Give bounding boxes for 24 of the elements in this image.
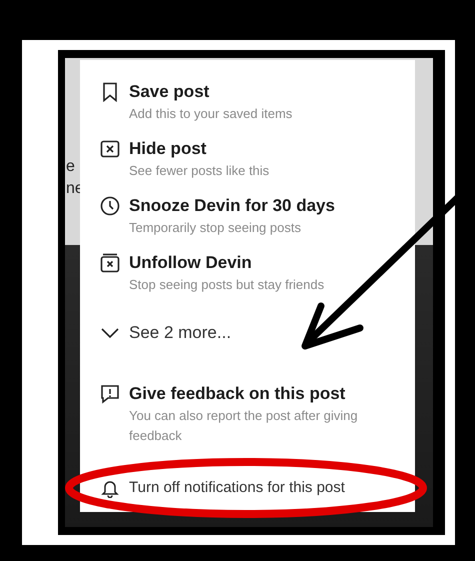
bookmark-icon bbox=[100, 82, 120, 102]
menu-item[interactable]: Hide post See fewer posts like this bbox=[100, 139, 405, 181]
menu-item-description: See fewer posts like this bbox=[129, 162, 270, 180]
menu-item[interactable]: Turn off notifications for this post bbox=[129, 478, 345, 498]
menu-item[interactable]: Unfollow Devin Stop seeing posts but stay friends bbox=[100, 253, 405, 295]
menu-item-title: Hide post bbox=[129, 139, 208, 159]
menu-item-title: Unfollow Devin bbox=[129, 253, 253, 273]
menu-item-title: Snooze Devin for 30 days bbox=[129, 196, 336, 216]
menu-item[interactable]: Give feedback on this post You can also report the post after giving feedback bbox=[100, 384, 405, 446]
clock-icon bbox=[100, 196, 120, 216]
menu-item-description: Temporarily stop seeing posts bbox=[129, 219, 302, 237]
chevron-down-icon bbox=[100, 327, 120, 339]
menu-item[interactable]: Save post Add this to your saved items bbox=[100, 82, 405, 124]
menu-item-title: Give feedback on this post bbox=[129, 384, 346, 404]
see-more-item[interactable]: See 2 more... bbox=[100, 323, 405, 343]
menu-item[interactable]: Snooze Devin for 30 days Temporarily stop seeing posts bbox=[100, 196, 405, 238]
background-text: e bbox=[66, 158, 76, 176]
close-icon bbox=[100, 139, 120, 159]
unfollow-icon bbox=[100, 253, 120, 273]
feedback-icon bbox=[100, 384, 120, 404]
menu-item-title: Save post bbox=[129, 82, 210, 102]
menu-item-description: Stop seeing posts but stay friends bbox=[129, 276, 326, 294]
menu-item-description: You can also report the post after giving feedback bbox=[129, 407, 359, 445]
menu-item-description: Add this to your saved items bbox=[129, 105, 294, 123]
